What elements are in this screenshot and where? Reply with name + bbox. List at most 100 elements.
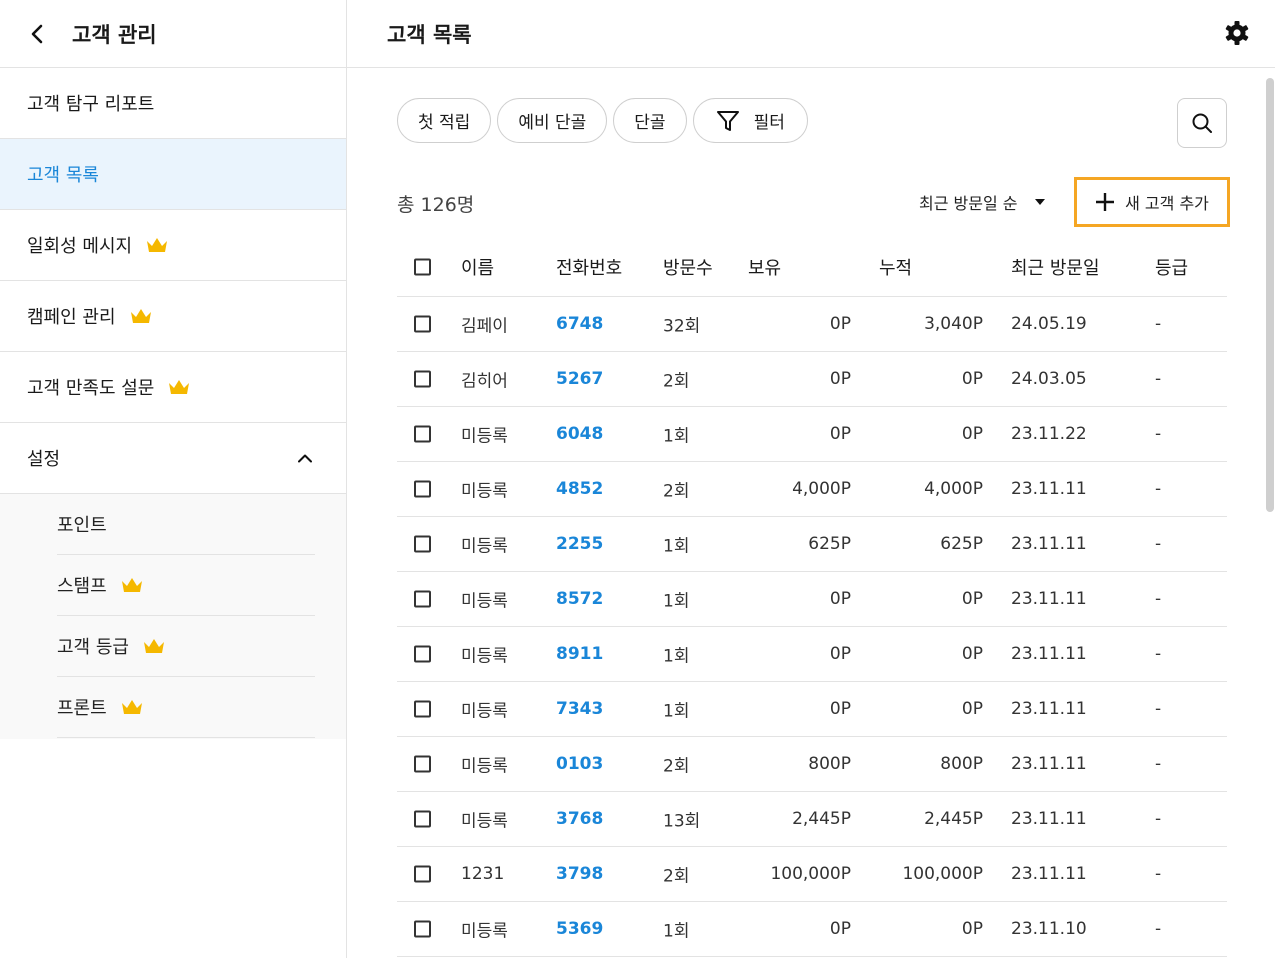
settings-subitem-label: 고객 등급 bbox=[57, 637, 129, 658]
table-row[interactable]: 미등록 5369 1회 0P 0P 23.11.10 - bbox=[397, 902, 1227, 957]
cell-name: 김히어 bbox=[461, 371, 508, 392]
sidebar-item-1[interactable]: 고객 목록 bbox=[0, 139, 346, 210]
cell-date: 23.11.11 bbox=[1011, 534, 1087, 554]
cell-phone[interactable]: 4852 bbox=[556, 479, 603, 499]
table-row[interactable]: 김페이 6748 32회 0P 3,040P 24.05.19 - bbox=[397, 297, 1227, 352]
header-accum[interactable]: 누적 bbox=[879, 254, 912, 280]
table-row[interactable]: 미등록 7343 1회 0P 0P 23.11.11 - bbox=[397, 682, 1227, 737]
row-checkbox[interactable] bbox=[414, 535, 431, 553]
cell-grade: - bbox=[1155, 919, 1162, 939]
table-row[interactable]: 1231 3798 2회 100,000P 100,000P 23.11.11 - bbox=[397, 847, 1227, 902]
crown-icon bbox=[168, 379, 190, 395]
customer-table: 이름 전화번호 방문수 보유 누적 최근 방문일 등급 김페이 6748 32회 0P… bbox=[397, 238, 1227, 957]
cell-visits: 1회 bbox=[663, 536, 690, 557]
main-panel: 고객 목록 첫 적립 예비 단골 단골 필터 총 126명 최근 방문일 순 새… bbox=[347, 0, 1275, 958]
table-row[interactable]: 미등록 8911 1회 0P 0P 23.11.11 - bbox=[397, 627, 1227, 682]
cell-hold: 0P bbox=[829, 644, 851, 664]
chevron-up-icon[interactable] bbox=[298, 454, 312, 463]
cell-visits: 2회 bbox=[663, 371, 690, 392]
back-icon[interactable] bbox=[26, 23, 48, 45]
cell-visits: 32회 bbox=[663, 316, 701, 337]
settings-subitem-label: 프론트 bbox=[57, 698, 107, 719]
row-checkbox[interactable] bbox=[414, 425, 431, 443]
cell-name: 미등록 bbox=[461, 811, 508, 832]
sidebar-item-4[interactable]: 고객 만족도 설문 bbox=[0, 352, 346, 423]
page-title: 고객 목록 bbox=[387, 22, 472, 47]
row-checkbox[interactable] bbox=[414, 590, 431, 608]
settings-subitem-2[interactable]: 고객 등급 bbox=[57, 616, 315, 677]
cell-accum: 800P bbox=[940, 754, 983, 774]
settings-subitem-1[interactable]: 스탬프 bbox=[57, 555, 315, 616]
cell-phone[interactable]: 0103 bbox=[556, 754, 603, 774]
cell-phone[interactable]: 8911 bbox=[556, 644, 603, 664]
header-grade[interactable]: 등급 bbox=[1155, 254, 1188, 280]
cell-phone[interactable]: 2255 bbox=[556, 534, 603, 554]
select-all-checkbox[interactable] bbox=[414, 258, 431, 276]
cell-accum: 4,000P bbox=[924, 479, 983, 499]
cell-phone[interactable]: 7343 bbox=[556, 699, 603, 719]
search-button[interactable] bbox=[1177, 98, 1227, 148]
cell-phone[interactable]: 3798 bbox=[556, 864, 603, 884]
cell-hold: 625P bbox=[808, 534, 851, 554]
row-checkbox[interactable] bbox=[414, 315, 431, 333]
cell-date: 23.11.22 bbox=[1011, 424, 1087, 444]
settings-subitem-3[interactable]: 프론트 bbox=[57, 677, 315, 738]
sidebar-item-3[interactable]: 캠페인 관리 bbox=[0, 281, 346, 352]
cell-phone[interactable]: 6748 bbox=[556, 314, 603, 334]
cell-date: 23.11.11 bbox=[1011, 809, 1087, 829]
cell-name: 미등록 bbox=[461, 591, 508, 612]
header-date[interactable]: 최근 방문일 bbox=[1011, 254, 1100, 280]
table-row[interactable]: 미등록 0103 2회 800P 800P 23.11.11 - bbox=[397, 737, 1227, 792]
header-phone[interactable]: 전화번호 bbox=[556, 254, 622, 280]
cell-phone[interactable]: 8572 bbox=[556, 589, 603, 609]
row-checkbox[interactable] bbox=[414, 755, 431, 773]
table-row[interactable]: 미등록 2255 1회 625P 625P 23.11.11 - bbox=[397, 517, 1227, 572]
settings-subitem-0[interactable]: 포인트 bbox=[57, 494, 315, 555]
filter-button[interactable]: 필터 bbox=[692, 98, 808, 143]
row-checkbox[interactable] bbox=[414, 810, 431, 828]
cell-visits: 2회 bbox=[663, 756, 690, 777]
row-checkbox[interactable] bbox=[414, 370, 431, 388]
table-row[interactable]: 미등록 3768 13회 2,445P 2,445P 23.11.11 - bbox=[397, 792, 1227, 847]
gear-icon[interactable] bbox=[1223, 19, 1251, 47]
cell-name: 1231 bbox=[461, 864, 505, 884]
row-checkbox[interactable] bbox=[414, 645, 431, 663]
row-checkbox[interactable] bbox=[414, 865, 431, 883]
cell-accum: 0P bbox=[961, 919, 983, 939]
header-visits[interactable]: 방문수 bbox=[663, 254, 713, 280]
settings-subitem-label: 스탬프 bbox=[57, 576, 107, 597]
cell-phone[interactable]: 6048 bbox=[556, 424, 603, 444]
crown-icon bbox=[143, 638, 165, 654]
cell-phone[interactable]: 5369 bbox=[556, 919, 603, 939]
cell-name: 미등록 bbox=[461, 426, 508, 447]
sidebar-item-0[interactable]: 고객 탐구 리포트 bbox=[0, 68, 346, 139]
table-row[interactable]: 미등록 8572 1회 0P 0P 23.11.11 - bbox=[397, 572, 1227, 627]
table-row[interactable]: 김히어 5267 2회 0P 0P 24.03.05 - bbox=[397, 352, 1227, 407]
cell-phone[interactable]: 5267 bbox=[556, 369, 603, 389]
header-name[interactable]: 이름 bbox=[461, 254, 494, 280]
sidebar-item-5[interactable]: 설정 bbox=[0, 423, 346, 494]
cell-hold: 2,445P bbox=[792, 809, 851, 829]
cell-phone[interactable]: 3768 bbox=[556, 809, 603, 829]
row-checkbox[interactable] bbox=[414, 700, 431, 718]
cell-grade: - bbox=[1155, 644, 1162, 664]
chip-first-earn[interactable]: 첫 적립 bbox=[397, 98, 492, 143]
add-customer-button[interactable]: 새 고객 추가 bbox=[1074, 177, 1230, 227]
filter-label: 필터 bbox=[753, 113, 785, 133]
chip-pre-regular[interactable]: 예비 단골 bbox=[497, 98, 608, 143]
header-hold[interactable]: 보유 bbox=[748, 254, 781, 280]
row-checkbox[interactable] bbox=[414, 920, 431, 938]
cell-grade: - bbox=[1155, 589, 1162, 609]
crown-icon bbox=[146, 237, 168, 253]
crown-icon bbox=[130, 308, 152, 324]
scroll-thumb[interactable] bbox=[1266, 78, 1274, 512]
table-row[interactable]: 미등록 6048 1회 0P 0P 23.11.22 - bbox=[397, 407, 1227, 462]
chip-regular[interactable]: 단골 bbox=[613, 98, 687, 143]
sort-dropdown[interactable]: 최근 방문일 순 bbox=[919, 190, 1046, 214]
table-row[interactable]: 미등록 4852 2회 4,000P 4,000P 23.11.11 - bbox=[397, 462, 1227, 517]
cell-accum: 0P bbox=[961, 589, 983, 609]
scrollbar[interactable] bbox=[1265, 78, 1275, 512]
sidebar-item-2[interactable]: 일회성 메시지 bbox=[0, 210, 346, 281]
row-checkbox[interactable] bbox=[414, 480, 431, 498]
add-customer-label: 새 고객 추가 bbox=[1125, 194, 1209, 213]
